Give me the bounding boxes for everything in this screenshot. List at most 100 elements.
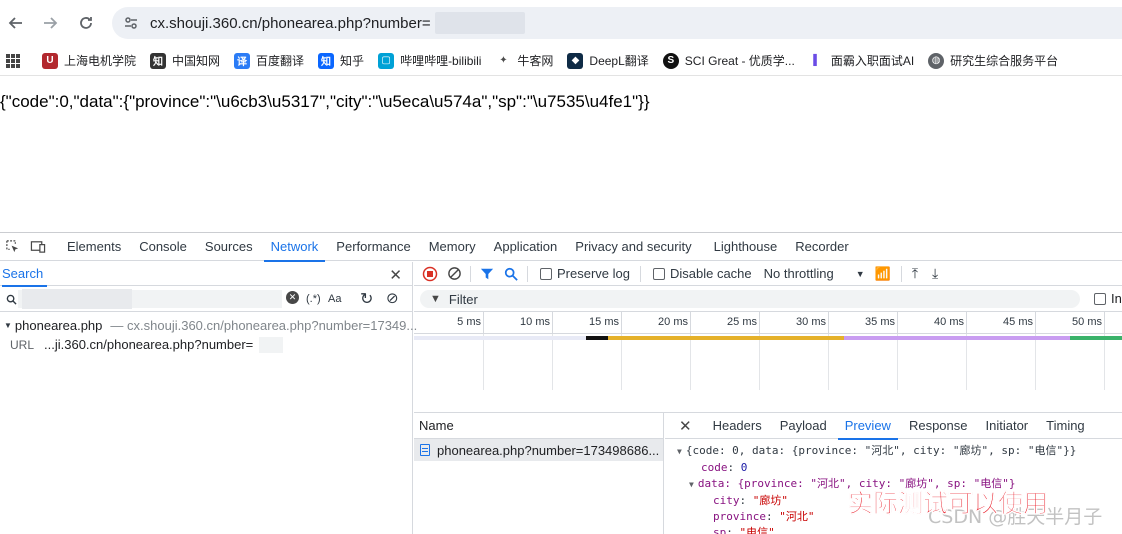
clear-log-icon[interactable]	[446, 266, 462, 282]
tab-memory[interactable]: Memory	[420, 233, 485, 261]
disable-cache-label: Disable cache	[669, 266, 752, 281]
record-stop-icon[interactable]	[422, 266, 438, 282]
back-button[interactable]	[4, 11, 28, 35]
waterfall-gridline	[690, 334, 691, 390]
waterfall-gridline	[483, 334, 484, 390]
clear-search-icon[interactable]: ✕	[286, 291, 299, 304]
disable-cache-checkbox[interactable]	[652, 267, 665, 280]
timeline-tick	[759, 312, 760, 333]
bookmark-item[interactable]: ◆ DeepL翻译	[567, 52, 649, 69]
match-label: URL	[10, 337, 35, 352]
cnki-icon: 知	[150, 52, 167, 69]
tab-console[interactable]: Console	[130, 233, 196, 261]
site-info-icon[interactable]	[122, 14, 140, 32]
url-text[interactable]: cx.shouji.360.cn/phonearea.php?number=	[150, 15, 431, 32]
chevron-down-icon[interactable]: ▼	[856, 269, 865, 279]
waterfall-queue-bar	[414, 336, 586, 340]
timeline-tick-label: 5 ms	[457, 316, 481, 328]
timeline-tick	[1104, 312, 1105, 333]
throttling-select[interactable]: No throttling	[764, 266, 834, 281]
network-conditions-icon[interactable]: 📶	[875, 266, 891, 282]
waterfall-stalled-bar	[586, 336, 608, 340]
tab-timing[interactable]: Timing	[1037, 413, 1094, 439]
nowcoder-icon: ✦	[495, 52, 512, 69]
search-result-match[interactable]: URL ...ji.360.cn/phonearea.php?number=	[0, 335, 412, 354]
search-query-row: ✕ (.*) Aa ↻ ⊘	[0, 286, 412, 312]
bookmark-item[interactable]: ▢ 哔哩哔哩-bilibili	[378, 52, 481, 69]
reload-icon	[80, 17, 92, 29]
annotation-caption: 实际测试可以使用	[848, 489, 1049, 519]
tab-headers[interactable]: Headers	[704, 413, 771, 439]
import-har-icon[interactable]: ⤒	[912, 265, 918, 282]
interview-ai-icon: ▌	[808, 52, 825, 69]
bookmark-item[interactable]: 知知乎	[318, 52, 364, 69]
name-column-header[interactable]: Name	[414, 413, 663, 439]
timeline-tick-label: 10 ms	[520, 316, 550, 328]
browser-toolbar: cx.shouji.360.cn/phonearea.php?number=	[0, 0, 1122, 46]
close-icon[interactable]: ✕	[679, 417, 692, 435]
expand-triangle-icon[interactable]: ▼	[4, 321, 12, 330]
waterfall-gridline	[966, 334, 967, 390]
sci-great-icon: S	[662, 52, 679, 69]
search-pane-header: Search ✕	[0, 262, 412, 287]
bookmark-item[interactable]: U 上海电机学院	[42, 52, 136, 69]
expand-triangle-icon[interactable]: ▼	[689, 480, 694, 489]
tab-recorder[interactable]: Recorder	[786, 233, 857, 261]
tab-performance[interactable]: Performance	[327, 233, 419, 261]
bookmark-item[interactable]: ▌ 面霸入职面试AI	[808, 52, 914, 69]
export-har-icon[interactable]: ⤓	[932, 265, 938, 282]
waterfall-gridline	[1035, 334, 1036, 390]
inspect-element-icon[interactable]	[2, 237, 22, 257]
search-icon	[6, 294, 17, 305]
timeline-tick-label: 30 ms	[796, 316, 826, 328]
address-bar[interactable]: cx.shouji.360.cn/phonearea.php?number=	[112, 7, 1122, 39]
filter-funnel-icon[interactable]	[479, 266, 495, 282]
bookmark-item[interactable]: ✦ 牛客网	[495, 52, 553, 69]
bookmark-item[interactable]: S SCI Great - 优质学...	[662, 52, 795, 69]
tab-response[interactable]: Response	[900, 413, 977, 439]
apps-grid-icon[interactable]	[6, 53, 20, 68]
tab-lighthouse[interactable]: Lighthouse	[705, 233, 787, 261]
bookmark-item[interactable]: ◍ 研究生综合服务平台	[928, 52, 1058, 69]
invert-checkbox[interactable]: In	[1094, 291, 1122, 306]
waterfall-overview[interactable]	[414, 334, 1122, 390]
request-row[interactable]: phonearea.php?number=173498686...	[414, 439, 663, 461]
refresh-icon[interactable]: ↻	[360, 289, 373, 309]
clear-icon[interactable]: ⊘	[386, 289, 399, 307]
tab-privacy-security[interactable]: Privacy and security	[566, 233, 700, 261]
tab-initiator[interactable]: Initiator	[977, 413, 1038, 439]
sdju-icon: U	[42, 52, 58, 69]
search-tab[interactable]: Search	[2, 262, 48, 287]
match-case-toggle[interactable]: Aa	[328, 293, 341, 305]
timeline-overview[interactable]: 5 ms 10 ms 15 ms 20 ms 25 ms 30 ms 35 ms 40 ms 4…	[414, 312, 1122, 334]
timeline-tick	[897, 312, 898, 333]
forward-button[interactable]	[38, 11, 62, 35]
network-toolbar: Preserve log Disable cache No throttling…	[414, 262, 1122, 286]
bookmark-item[interactable]: 知中国知网	[150, 52, 220, 69]
timeline-tick-label: 15 ms	[589, 316, 619, 328]
waterfall-gridline	[621, 334, 622, 390]
json-response-text: {"code":0,"data":{"province":"\u6cb3\u53…	[0, 92, 650, 111]
document-icon	[420, 444, 430, 456]
device-toolbar-icon[interactable]	[28, 237, 48, 257]
timeline-tick-label: 25 ms	[727, 316, 757, 328]
tab-network[interactable]: Network	[262, 233, 328, 262]
search-icon[interactable]	[503, 266, 519, 282]
timeline-tick-label: 35 ms	[865, 316, 895, 328]
tab-payload[interactable]: Payload	[771, 413, 836, 439]
bookmark-item[interactable]: 译百度翻译	[234, 52, 304, 69]
reload-button[interactable]	[74, 11, 98, 35]
filter-input[interactable]: ▼ Filter	[420, 290, 1080, 308]
preview-root-line[interactable]: ▼ {code: 0, data: {province: "河北", city: …	[677, 443, 1122, 460]
regex-toggle[interactable]: (.*)	[306, 293, 321, 305]
tab-application[interactable]: Application	[485, 233, 567, 261]
timeline-tick	[483, 312, 484, 333]
expand-triangle-icon[interactable]: ▼	[677, 447, 682, 456]
timeline-tick-label: 20 ms	[658, 316, 688, 328]
tab-sources[interactable]: Sources	[196, 233, 262, 261]
search-result-file[interactable]: ▼ phonearea.php — cx.shouji.360.cn/phone…	[0, 316, 417, 335]
close-icon[interactable]: ✕	[389, 266, 402, 284]
tab-elements[interactable]: Elements	[58, 233, 130, 261]
tab-preview[interactable]: Preview	[836, 413, 900, 440]
preserve-log-checkbox[interactable]	[540, 267, 552, 280]
